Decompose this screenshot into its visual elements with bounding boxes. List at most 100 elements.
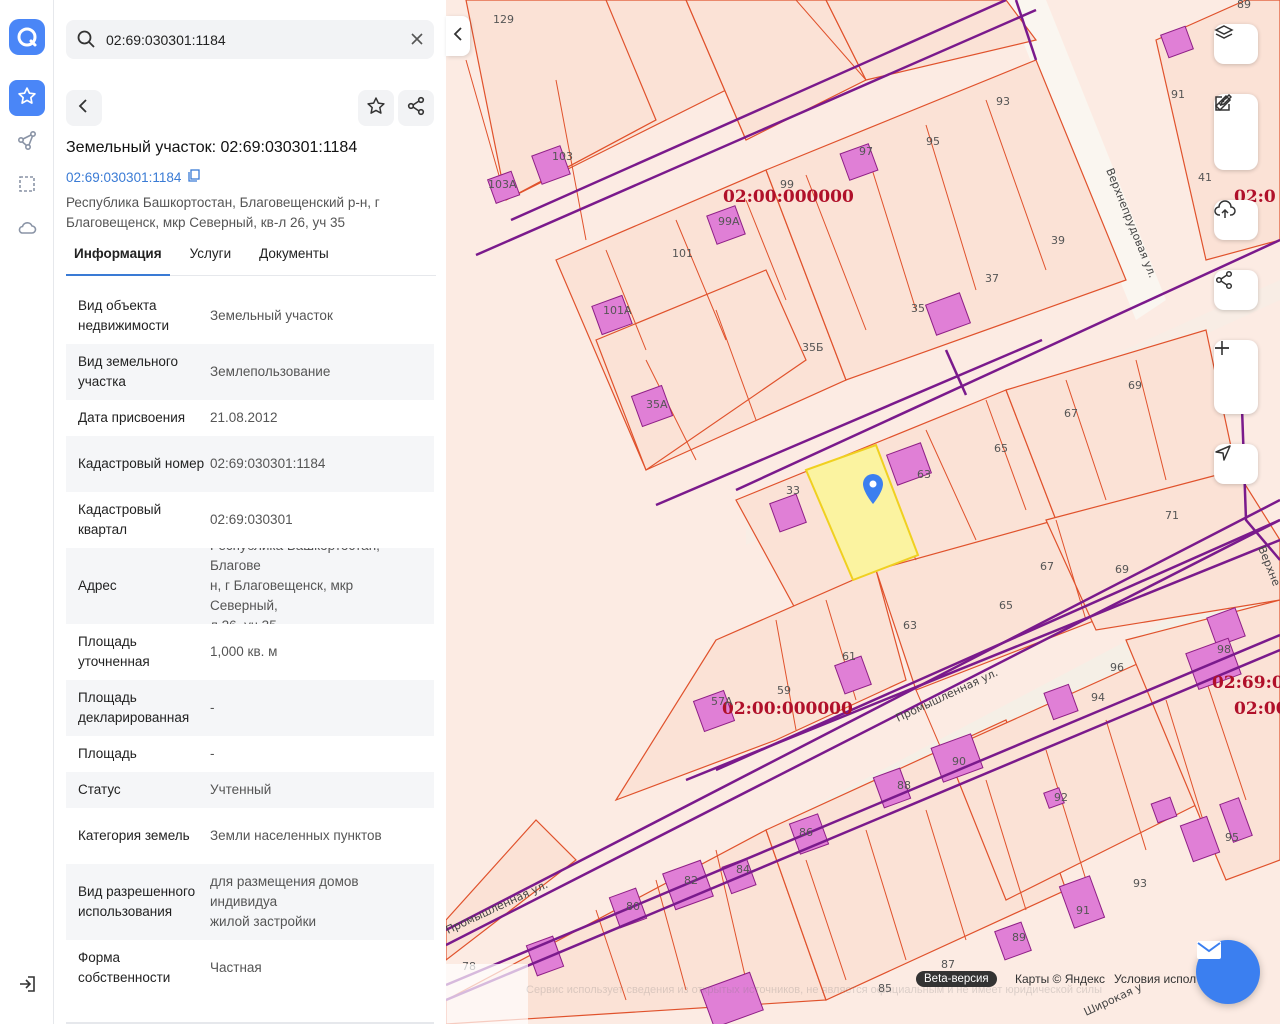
info-value: - xyxy=(210,746,215,761)
lot-number: 69 xyxy=(1115,563,1129,576)
zone-label: 02:00:000000 xyxy=(722,699,853,719)
info-row: Площадь уточненная 1,000 кв. м xyxy=(66,624,434,680)
info-row: Площадь декларированная - xyxy=(66,680,434,736)
info-key: Кадастровый номер xyxy=(78,456,205,471)
lot-number: 92 xyxy=(1054,791,1068,804)
route-icon xyxy=(17,130,37,154)
upload-icon[interactable] xyxy=(1214,200,1258,240)
zone-label: 02:69:0 xyxy=(1212,673,1280,693)
layers-icon[interactable] xyxy=(1214,24,1258,64)
info-value: 21.08.2012 xyxy=(210,410,278,425)
lot-number: 37 xyxy=(985,272,999,285)
lot-number: 33 xyxy=(786,484,800,497)
tools-control xyxy=(1214,94,1258,170)
info-key: Площадь xyxy=(78,746,137,761)
route-button[interactable] xyxy=(9,124,45,160)
object-address: Республика Башкортостан, Благовещенский … xyxy=(66,195,380,230)
lot-number: 97 xyxy=(859,145,873,158)
cloud-button[interactable] xyxy=(9,212,45,248)
lot-number: 65 xyxy=(999,599,1013,612)
info-value: 02:69:030301 xyxy=(210,512,293,527)
cadastral-number-text[interactable]: 02:69:030301:1184 xyxy=(66,170,181,185)
lot-number: 99 xyxy=(780,178,794,191)
lot-number: 129 xyxy=(493,13,514,26)
lot-number: 103А xyxy=(488,178,517,191)
info-row: Категория земель Земли населенных пунктов xyxy=(66,808,434,864)
locate-icon[interactable] xyxy=(1214,444,1258,484)
lot-number: 91 xyxy=(1171,88,1185,101)
tab-info[interactable]: Информация xyxy=(66,240,170,276)
collapse-panel-button[interactable] xyxy=(446,16,470,56)
upload-control xyxy=(1214,200,1258,240)
lot-number: 71 xyxy=(1165,509,1179,522)
lot-number: 86 xyxy=(799,826,813,839)
star-icon xyxy=(366,96,386,120)
info-value: Частная xyxy=(210,960,262,975)
yandex-credit[interactable]: Карты © Яндекс xyxy=(1015,972,1105,986)
mail-button[interactable] xyxy=(1196,940,1260,1004)
clear-icon[interactable] xyxy=(410,31,424,50)
tab-documents[interactable]: Документы xyxy=(251,240,337,276)
layers-control xyxy=(1214,24,1258,64)
search-input[interactable] xyxy=(106,20,396,59)
search-box xyxy=(66,20,434,59)
copy-icon[interactable] xyxy=(187,169,201,185)
info-value: - xyxy=(210,700,215,715)
cloud-icon xyxy=(17,220,37,240)
lot-number: 59 xyxy=(777,684,791,697)
tab-services[interactable]: Услуги xyxy=(182,240,240,276)
lot-number: 35Б xyxy=(802,341,824,354)
lot-number: 94 xyxy=(1091,691,1105,704)
tabs: Информация Услуги Документы xyxy=(66,240,436,276)
share-icon xyxy=(406,96,426,120)
select-area-button[interactable] xyxy=(9,168,45,204)
share-control xyxy=(1214,270,1258,310)
star-icon xyxy=(17,86,37,110)
left-rail xyxy=(0,0,54,1024)
lot-number: 41 xyxy=(1198,171,1212,184)
info-row: Дата присвоения 21.08.2012 xyxy=(66,400,434,436)
info-value: Землепользование xyxy=(210,364,331,379)
info-row: Вид земельного участка Землепользование xyxy=(66,344,434,400)
lot-number: 65 xyxy=(994,442,1008,455)
info-row: Кадастровый номер 02:69:030301:1184 xyxy=(66,436,434,492)
lot-number: 93 xyxy=(996,95,1010,108)
cadastral-number-link[interactable]: 02:69:030301:1184 xyxy=(66,169,201,185)
zone-label: 02:00 xyxy=(1234,699,1280,719)
info-row: Кадастровый квартал 02:69:030301 xyxy=(66,492,434,548)
object-panel: Земельный участок: 02:69:030301:1184 02:… xyxy=(54,0,446,1024)
chevron-left-icon xyxy=(453,26,463,46)
info-key: Вид разрешенного использования xyxy=(78,884,196,919)
page-title: Земельный участок: 02:69:030301:1184 xyxy=(66,139,358,156)
favorites-button[interactable] xyxy=(9,80,45,116)
lot-number: 90 xyxy=(952,755,966,768)
info-key: Вид земельного участка xyxy=(78,354,179,389)
locate-control xyxy=(1214,444,1258,484)
zoom-control xyxy=(1214,340,1258,414)
lot-number: 89 xyxy=(1237,0,1251,11)
terms-link[interactable]: Условия испол xyxy=(1114,972,1196,986)
share-icon[interactable] xyxy=(1214,270,1258,310)
lot-number: 103 xyxy=(552,150,573,163)
favorite-button[interactable] xyxy=(358,90,394,126)
map-canvas[interactable]: 02:00:000000 02:00:000000 02:69:0 02:0 0 … xyxy=(446,0,1280,1024)
edit-icon[interactable] xyxy=(1214,94,1258,166)
cadastral-map[interactable]: 02:00:000000 02:00:000000 02:69:0 02:0 0 … xyxy=(446,0,1280,1024)
lot-number: 35 xyxy=(911,302,925,315)
logo-icon[interactable] xyxy=(9,19,45,55)
info-value: Земли населенных пунктов xyxy=(210,828,382,843)
info-value: Республика Башкортостан, Благове н, г Бл… xyxy=(210,548,380,624)
lot-number: 63 xyxy=(903,619,917,632)
minus-icon[interactable] xyxy=(1214,347,1258,412)
lot-number: 95 xyxy=(926,135,940,148)
lot-number: 95 xyxy=(1225,831,1239,844)
lot-number: 69 xyxy=(1128,379,1142,392)
back-icon xyxy=(76,98,92,118)
back-button[interactable] xyxy=(66,90,102,126)
info-key: Адрес xyxy=(78,578,117,593)
info-value: 1,000 кв. м xyxy=(210,644,278,659)
lot-number: 87 xyxy=(941,958,955,971)
info-key: Дата присвоения xyxy=(78,410,186,425)
exit-button[interactable] xyxy=(9,968,45,1004)
share-button[interactable] xyxy=(398,90,434,126)
